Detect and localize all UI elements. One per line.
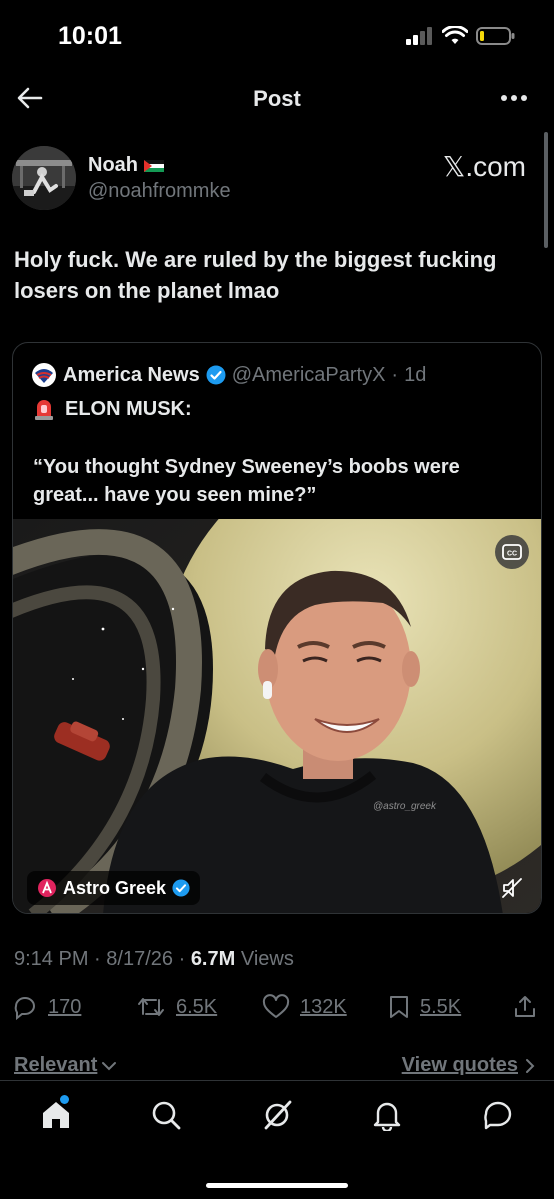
post-meta: 9:14 PM · 8/17/26 · 6.7M Views [14,948,294,971]
notifications-icon [373,1102,401,1131]
video-player[interactable]: @astro_greek CC Astro Greek [13,519,541,913]
quote-age: 1d [404,363,427,386]
like-icon [262,994,290,1018]
status-time: 10:01 [58,22,122,50]
bookmark-icon [390,996,408,1018]
quote-headline-text: ELON MUSK: [65,397,192,420]
video-credit[interactable]: Astro Greek [27,871,201,905]
scroll-indicator[interactable] [544,132,548,248]
captions-button[interactable]: CC [495,535,529,569]
reply-button[interactable]: 170 [12,994,81,1020]
closed-captions-icon: CC [502,544,522,560]
post-text: Holy fuck. We are ruled by the biggest f… [14,247,497,303]
verified-badge-icon [206,365,226,385]
author-name[interactable]: Noah [88,154,138,177]
video-frame [13,519,541,913]
nav-notifications[interactable] [367,1095,407,1135]
bottom-navigation [0,1081,554,1199]
wifi-icon [442,26,468,44]
repost-button[interactable]: 6.5K [136,994,217,1020]
america-party-logo-icon [32,363,56,387]
post-date[interactable]: 8/17/26 [106,948,173,970]
quote-author-name[interactable]: America News [63,364,200,387]
cellular-signal-icon [406,27,432,45]
bookmark-button[interactable]: 5.5K [388,994,461,1020]
home-indicator[interactable] [206,1183,348,1188]
mute-button[interactable] [497,873,527,903]
share-icon [515,996,535,1017]
nav-grok[interactable] [257,1095,297,1135]
muted-speaker-icon [502,878,522,898]
top-bar: Post [0,72,554,126]
grok-icon [264,1100,292,1130]
repost-icon [138,998,164,1016]
quote-headline: ELON MUSK: [33,397,192,421]
reply-filter-bar: Relevant View quotes [0,1050,554,1084]
source-label: 𝕏.com [442,151,526,182]
quote-dot: · [391,363,399,386]
like-count[interactable]: 132K [300,996,347,1019]
notification-dot [60,1095,69,1104]
status-bar: 10:01 [0,0,554,72]
svg-text:CC: CC [507,551,517,558]
avatar[interactable] [12,146,76,210]
search-icon [152,1101,181,1130]
nav-home[interactable] [36,1095,76,1135]
chevron-right-icon [526,1058,535,1073]
messages-icon [484,1101,512,1130]
view-quotes-link[interactable]: View quotes [402,1054,536,1077]
verified-badge-icon [172,879,190,897]
video-credit-name[interactable]: Astro Greek [63,878,166,899]
sort-label[interactable]: Relevant [14,1054,97,1077]
video-watermark: @astro_greek [373,801,436,812]
quote-text: “You thought Sydney Sweeney’s boobs were… [33,456,460,506]
reply-icon [14,997,35,1020]
astro-greek-logo-icon [38,879,56,897]
status-icons [406,26,516,46]
view-quotes-label[interactable]: View quotes [402,1054,518,1077]
flag-icon [144,159,164,172]
quote-author-handle[interactable]: @AmericaPartyX [232,364,386,387]
like-button[interactable]: 132K [262,994,347,1020]
chevron-down-icon [102,1061,117,1070]
nav-search[interactable] [146,1095,186,1135]
siren-icon [35,400,53,420]
share-button[interactable] [512,994,538,1020]
sort-dropdown[interactable]: Relevant [14,1054,117,1077]
nav-messages[interactable] [478,1095,518,1135]
meta-separator: · [178,948,186,970]
more-icon [501,95,527,101]
meta-separator: · [94,948,101,970]
bookmark-count[interactable]: 5.5K [420,996,461,1019]
quote-header: America News @AmericaPartyX · 1d [31,362,426,388]
views-count: 6.7M [190,948,236,970]
author-name-row[interactable]: Noah [88,154,164,177]
page-title: Post [253,86,301,111]
author-handle[interactable]: @noahfrommke [88,180,231,203]
avatar-image [12,146,76,210]
home-icon [43,1102,69,1128]
battery-icon [476,27,515,45]
post-time[interactable]: 9:14 PM [14,948,88,970]
more-options-button[interactable] [498,86,530,110]
quoted-post[interactable]: America News @AmericaPartyX · 1d ELON MU… [12,342,542,914]
action-bar: 170 6.5K 132K 5.5K [12,994,542,1030]
views-label: Views [240,948,294,970]
repost-count[interactable]: 6.5K [176,996,217,1019]
reply-count[interactable]: 170 [48,996,81,1019]
